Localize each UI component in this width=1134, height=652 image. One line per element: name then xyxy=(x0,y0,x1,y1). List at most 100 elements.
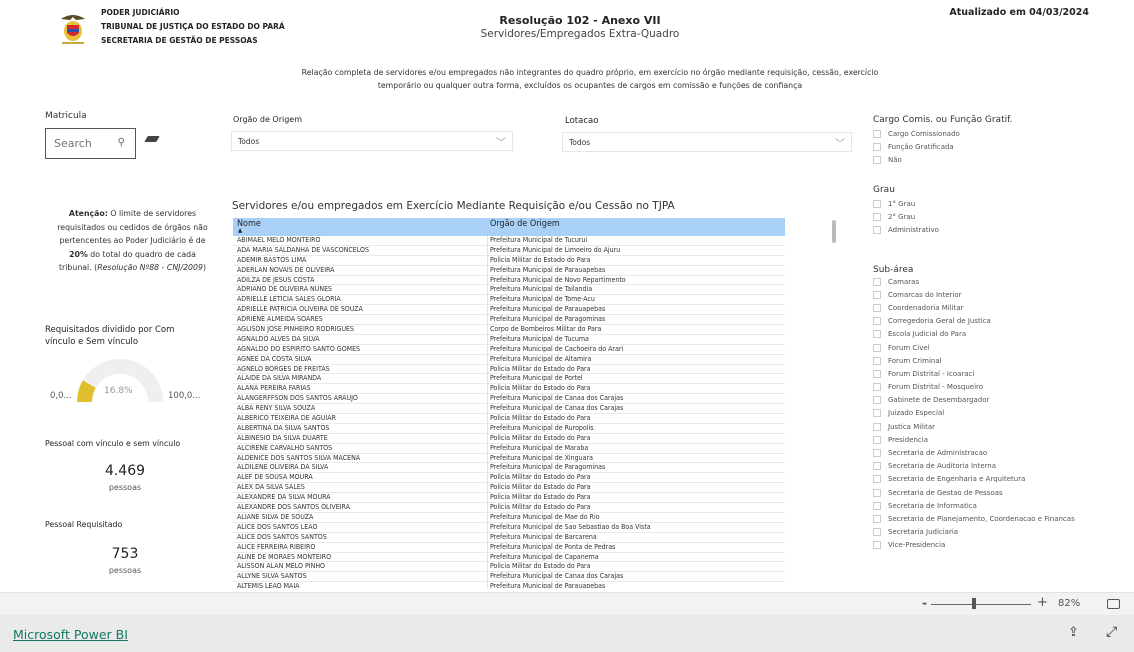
checkbox[interactable] xyxy=(873,129,881,138)
checkbox[interactable] xyxy=(873,383,881,392)
table-row[interactable]: AGNALDO DO ESPIRITO SANTO GOMES Prefeitur… xyxy=(233,345,785,355)
table-row[interactable]: AGLISON JOSE PINHEIRO RODRIGUES Corpo de … xyxy=(233,325,785,335)
table-row[interactable]: ADA MARIA SALDANHA DE VASCONCELOS Prefeit… xyxy=(233,246,785,256)
subarea-option[interactable]: Camaras xyxy=(873,275,1075,288)
checkbox[interactable] xyxy=(873,155,881,164)
table-row[interactable]: AGNEE DA COSTA SILVA Prefeitura Municipal… xyxy=(233,355,785,365)
table-row[interactable]: ADRIELLE PATRICIA OLIVEIRA DE SOUZA Prefe… xyxy=(233,305,785,316)
checkbox[interactable] xyxy=(873,422,881,431)
checkbox[interactable] xyxy=(873,317,881,326)
checkbox[interactable] xyxy=(873,277,881,286)
column-header-orgao[interactable]: Orgão de Origem xyxy=(490,219,560,229)
checkbox[interactable] xyxy=(873,409,881,418)
table-row[interactable]: ALEX DA SILVA SALES Policia Militar do Es… xyxy=(233,483,785,494)
checkbox[interactable] xyxy=(873,369,881,378)
checkbox[interactable] xyxy=(873,475,881,484)
grau-option[interactable]: Administrativo xyxy=(873,223,939,236)
cargo-option[interactable]: Cargo Comissionado xyxy=(873,127,1012,140)
checkbox[interactable] xyxy=(873,541,881,550)
table-row[interactable]: ALEXANDRE DA SILVA MOURA Policia Militar … xyxy=(233,493,785,504)
subarea-option[interactable]: Forum Civel xyxy=(873,341,1075,354)
zoom-out-button[interactable]: - xyxy=(922,596,927,610)
table-row[interactable]: ALTEMIS LEAO MAIA Prefeitura Municipal de… xyxy=(233,582,785,588)
checkbox[interactable] xyxy=(873,343,881,352)
zoom-in-button[interactable]: + xyxy=(1037,595,1048,610)
table-row[interactable]: ALISSON ALAN MELO PINHO Policia Militar d… xyxy=(233,562,785,573)
checkbox[interactable] xyxy=(873,212,881,221)
subarea-option[interactable]: Juizado Especial xyxy=(873,407,1075,420)
matricula-search[interactable]: ⚲ xyxy=(45,128,136,159)
checkbox[interactable] xyxy=(873,488,881,497)
checkbox[interactable] xyxy=(873,199,881,208)
subarea-option[interactable]: Gabinete de Desembargador xyxy=(873,394,1075,407)
subarea-option[interactable]: Secretaria de Gestao de Pessoas xyxy=(873,486,1075,499)
checkbox[interactable] xyxy=(873,330,881,339)
table-row[interactable]: ADERLAN NOVAIS DE OLIVEIRA Prefeitura Mun… xyxy=(233,266,785,276)
cargo-option[interactable]: Não xyxy=(873,153,1012,166)
checkbox[interactable] xyxy=(873,356,881,365)
subarea-option[interactable]: Presidencia xyxy=(873,433,1075,446)
checkbox[interactable] xyxy=(873,501,881,510)
table-row[interactable]: ALBA RENY SILVA SOUZA Prefeitura Municipa… xyxy=(233,404,785,415)
subarea-option[interactable]: Forum Distrital - Icoaraci xyxy=(873,367,1075,380)
grau-option[interactable]: 2° Grau xyxy=(873,210,939,223)
subarea-option[interactable]: Corregedoria Geral de Justica xyxy=(873,315,1075,328)
checkbox[interactable] xyxy=(873,142,881,151)
table-row[interactable]: ALANA PEREIRA FARIAS Policia Militar do E… xyxy=(233,384,785,395)
subarea-option[interactable]: Secretaria de Planejamento, Coordenacao … xyxy=(873,512,1075,525)
subarea-option[interactable]: Forum Criminal xyxy=(873,354,1075,367)
table-scrollbar[interactable] xyxy=(832,220,836,243)
subarea-option[interactable]: Coordenadoria Militar xyxy=(873,301,1075,314)
table-row[interactable]: ALICE DOS SANTOS LEAO Prefeitura Municipa… xyxy=(233,523,785,533)
share-icon[interactable]: ⇪ xyxy=(1068,625,1079,640)
table-row[interactable]: ALIANE SILVA DE SOUZA Prefeitura Municipa… xyxy=(233,513,785,523)
fit-to-page-icon[interactable] xyxy=(1107,599,1120,609)
checkbox[interactable] xyxy=(873,290,881,299)
fullscreen-icon[interactable]: ⤢ xyxy=(1106,624,1117,640)
orgao-dropdown[interactable]: Todos ﹀ xyxy=(231,131,513,151)
subarea-option[interactable]: Vice-Presidencia xyxy=(873,539,1075,552)
table-row[interactable]: ALAIDE DA SILVA MIRANDA Prefeitura Munici… xyxy=(233,374,785,385)
subarea-option[interactable]: Comarcas do Interior xyxy=(873,288,1075,301)
subarea-option[interactable]: Secretaria de Administracao xyxy=(873,446,1075,459)
power-bi-link[interactable]: Microsoft Power BI xyxy=(13,627,128,642)
zoom-slider-thumb[interactable] xyxy=(972,598,976,609)
sort-ascending-icon[interactable]: ▲ xyxy=(238,227,242,234)
zoom-slider[interactable] xyxy=(931,604,1031,605)
table-row[interactable]: ALICE FERREIRA RIBEIRO Prefeitura Municip… xyxy=(233,543,785,553)
checkbox[interactable] xyxy=(873,225,881,234)
table-row[interactable]: ALEXANDRE DOS SANTOS OLIVEIRA Policia Mil… xyxy=(233,503,785,513)
checkbox[interactable] xyxy=(873,514,881,523)
table-row[interactable]: ALBERICO TEIXEIRA DE AGUIAR Policia Milit… xyxy=(233,414,785,424)
table-row[interactable]: AGNALDO ALVES DA SILVA Prefeitura Municip… xyxy=(233,335,785,345)
table-row[interactable]: ALLYNE SILVA SANTOS Prefeitura Municipal … xyxy=(233,572,785,583)
table-row[interactable]: ALINE DE MORAES MONTEIRO Prefeitura Munic… xyxy=(233,553,785,563)
checkbox[interactable] xyxy=(873,462,881,471)
table-row[interactable]: ALBINESIO DA SILVA DUARTE Policia Militar… xyxy=(233,434,785,444)
table-row[interactable]: ADILZA DE JESUS COSTA Prefeitura Municipa… xyxy=(233,276,785,286)
grau-option[interactable]: 1° Grau xyxy=(873,197,939,210)
table-row[interactable]: ALBERTINA DA SILVA SANTOS Prefeitura Muni… xyxy=(233,424,785,434)
checkbox[interactable] xyxy=(873,528,881,537)
eraser-icon[interactable] xyxy=(144,136,160,142)
table-row[interactable]: ALCIRENE CARVALHO SANTOS Prefeitura Munic… xyxy=(233,444,785,454)
subarea-option[interactable]: Forum Distrital - Mosqueiro xyxy=(873,381,1075,394)
subarea-option[interactable]: Escola Judicial do Para xyxy=(873,328,1075,341)
checkbox[interactable] xyxy=(873,435,881,444)
cargo-option[interactable]: Função Gratificada xyxy=(873,140,1012,153)
table-row[interactable]: ADRIANO DE OLIVEIRA NUNES Prefeitura Muni… xyxy=(233,285,785,296)
search-input[interactable] xyxy=(54,137,114,150)
table-row[interactable]: ALICE DOS SANTOS SANTOS Prefeitura Munici… xyxy=(233,533,785,543)
table-row[interactable]: ALDILENE OLIVEIRA DA SILVA Prefeitura Mun… xyxy=(233,463,785,474)
table-row[interactable]: AGNELO BORGES DE FREITAS Policia Militar … xyxy=(233,365,785,375)
table-row[interactable]: ABIMAEL MELO MONTEIRO Prefeitura Municipa… xyxy=(233,236,785,246)
subarea-option[interactable]: Secretaria Judiciaria xyxy=(873,526,1075,539)
table-row[interactable]: ALDENICE DOS SANTOS SILVA MACENA Prefeitu… xyxy=(233,454,785,464)
subarea-option[interactable]: Secretaria de Informatica xyxy=(873,499,1075,512)
subarea-option[interactable]: Secretaria de Auditoria Interna xyxy=(873,460,1075,473)
table-row[interactable]: ALANGERFFSON DOS SANTOS ARAUJO Prefeitura… xyxy=(233,394,785,405)
checkbox[interactable] xyxy=(873,396,881,405)
table-row[interactable]: ADRIENE ALMEIDA SOARES Prefeitura Municip… xyxy=(233,315,785,326)
checkbox[interactable] xyxy=(873,449,881,458)
table-row[interactable]: ADRIELLE LETICIA SALES GLORIA Prefeitura … xyxy=(233,295,785,306)
